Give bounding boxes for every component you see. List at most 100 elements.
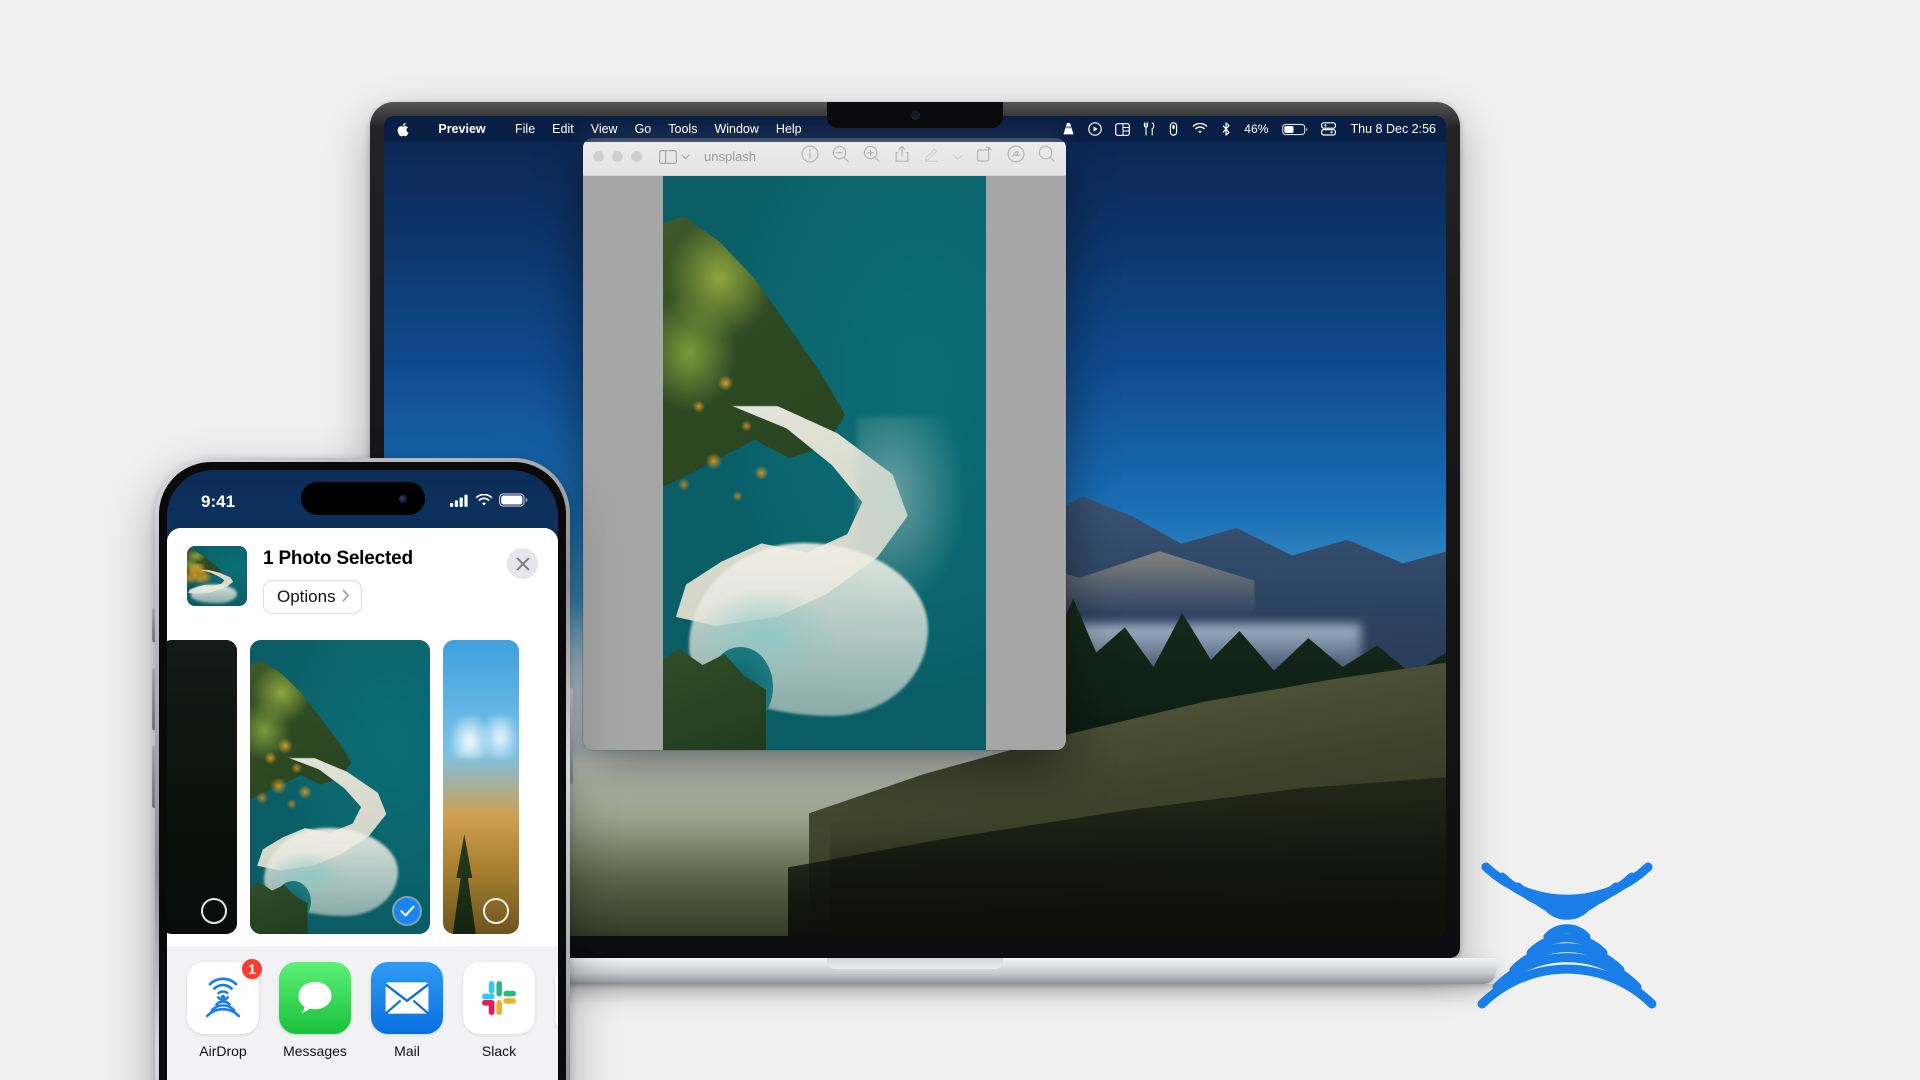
menu-item-tools[interactable]: Tools: [668, 122, 697, 136]
iphone-frame: 9:41: [155, 458, 570, 1080]
share-target-slack[interactable]: Slack: [463, 962, 535, 1059]
share-sheet-thumbnail: [187, 546, 247, 606]
wifi-icon[interactable]: [1192, 123, 1208, 135]
strip-autumn-trees: [254, 728, 337, 828]
wifi-icon: [475, 492, 493, 512]
front-camera-icon: [399, 495, 407, 503]
search-icon[interactable]: [1038, 145, 1056, 168]
share-icon[interactable]: [894, 145, 910, 168]
cellular-bars-icon: [450, 492, 469, 512]
aerial-photo: [663, 176, 986, 750]
preview-canvas: [583, 176, 1066, 750]
zoom-out-icon[interactable]: [832, 145, 850, 168]
app-label-slack: Slack: [463, 1043, 535, 1059]
iphone-bezel: 9:41: [159, 462, 566, 1080]
markup-pen-icon[interactable]: [923, 145, 940, 168]
menu-bar-status-area: 46% Thu 8 Dec 2:56: [1062, 122, 1436, 136]
fork-knife-icon[interactable]: [1143, 122, 1155, 136]
close-button[interactable]: [507, 548, 538, 579]
menu-item-go[interactable]: Go: [635, 122, 652, 136]
share-target-messages[interactable]: Messages: [279, 962, 351, 1059]
photo-select-toggle[interactable]: [201, 898, 227, 924]
battery-percent-label: 46%: [1244, 122, 1268, 136]
thumb-sandbar: [191, 585, 238, 604]
airdrop-logo: [1452, 785, 1682, 1015]
share-sheet-title: 1 Photo Selected: [263, 548, 413, 570]
rotate-icon[interactable]: [976, 145, 994, 168]
zoom-in-icon[interactable]: [863, 145, 881, 168]
paperclip-icon[interactable]: [1168, 122, 1179, 136]
share-sheet: 1 Photo Selected Options: [167, 528, 558, 1080]
annotate-icon[interactable]: [1007, 145, 1025, 168]
sidebar-toggle-icon[interactable]: [659, 150, 690, 164]
share-sheet-header: 1 Photo Selected Options: [167, 528, 558, 630]
battery-icon[interactable]: [1282, 123, 1308, 136]
menu-item-help[interactable]: Help: [776, 122, 802, 136]
iphone-device: 9:41: [155, 458, 570, 1080]
battery-icon: [499, 492, 528, 512]
wallpaper-foreground-grass: [830, 821, 1446, 936]
photo-autumn-trees: [669, 348, 818, 543]
close-icon: [516, 557, 530, 571]
preview-titlebar: unsplash: [583, 138, 1066, 176]
options-button-label: Options: [277, 587, 336, 607]
menu-item-view[interactable]: View: [591, 122, 618, 136]
airdrop-badge: 1: [240, 957, 264, 981]
bluetooth-icon[interactable]: [1221, 122, 1231, 136]
control-center-icon[interactable]: [1321, 122, 1336, 136]
app-label-messages: Messages: [279, 1043, 351, 1059]
app-label-mail: Mail: [371, 1043, 443, 1059]
window-traffic-lights[interactable]: [593, 151, 642, 162]
info-icon[interactable]: [801, 145, 819, 168]
iphone-screen: 9:41: [167, 470, 558, 1080]
zoom-button[interactable]: [631, 151, 642, 162]
chevron-right-icon: [342, 589, 350, 605]
status-bar-time: 9:41: [201, 492, 235, 512]
preview-window[interactable]: unsplash: [583, 138, 1066, 750]
chevron-down-icon[interactable]: [953, 148, 963, 166]
photo-select-toggle-selected[interactable]: [394, 898, 420, 924]
photo-thumbnail-aerial-lake[interactable]: [250, 640, 430, 934]
app-label-airdrop: AirDrop: [187, 1043, 259, 1059]
dynamic-island: [301, 482, 425, 515]
menu-bar-clock[interactable]: Thu 8 Dec 2:56: [1349, 122, 1436, 136]
scene: Preview File Edit View Go Tools Window H…: [0, 0, 1920, 1080]
photo-aerial-image: [250, 640, 430, 934]
golden-hills-clouds: [443, 716, 519, 757]
apple-logo-icon[interactable]: [396, 122, 409, 137]
app-row: 1 AirDrop Messages: [167, 962, 558, 1059]
share-target-airdrop[interactable]: 1 AirDrop: [187, 962, 259, 1059]
photo-golden-hills-image: [443, 640, 519, 934]
photo-dark-image: [167, 640, 237, 934]
share-sheet-heading: 1 Photo Selected Options: [263, 546, 413, 614]
share-sheet-apps: 1 AirDrop Messages: [167, 946, 558, 1080]
golden-hills-tree: [449, 834, 479, 934]
preview-window-title: unsplash: [704, 149, 756, 164]
vlc-cone-icon[interactable]: [1062, 122, 1075, 136]
slack-icon: [463, 962, 535, 1034]
share-target-slack-2[interactable]: Slack: [555, 962, 558, 1059]
share-target-mail[interactable]: Mail: [371, 962, 443, 1059]
preview-image[interactable]: [663, 176, 986, 750]
webcam-icon: [911, 111, 920, 120]
options-button[interactable]: Options: [263, 580, 362, 614]
photo-thumbnail-dark[interactable]: [167, 640, 237, 934]
close-button[interactable]: [593, 151, 604, 162]
slack-icon: [555, 962, 558, 1034]
macbook-notch: [827, 102, 1003, 128]
app-label-slack-2: Slack: [555, 1043, 558, 1059]
chevron-down-icon: [681, 154, 690, 160]
minimize-button[interactable]: [612, 151, 623, 162]
photo-select-toggle[interactable]: [483, 898, 509, 924]
status-bar-indicators: [450, 492, 528, 512]
menu-item-file[interactable]: File: [515, 122, 535, 136]
preview-toolbar: [801, 145, 1056, 168]
menu-item-window[interactable]: Window: [714, 122, 758, 136]
menu-item-edit[interactable]: Edit: [552, 122, 574, 136]
menu-bar-left: Preview File Edit View Go Tools Window H…: [396, 122, 802, 137]
screen-grid-icon[interactable]: [1115, 123, 1130, 136]
photo-thumbnail-golden-hills[interactable]: [443, 640, 519, 934]
thumbnail-aerial-photo: [187, 546, 247, 606]
menu-item-preview[interactable]: Preview: [426, 122, 498, 136]
record-circle-icon[interactable]: [1088, 122, 1102, 136]
